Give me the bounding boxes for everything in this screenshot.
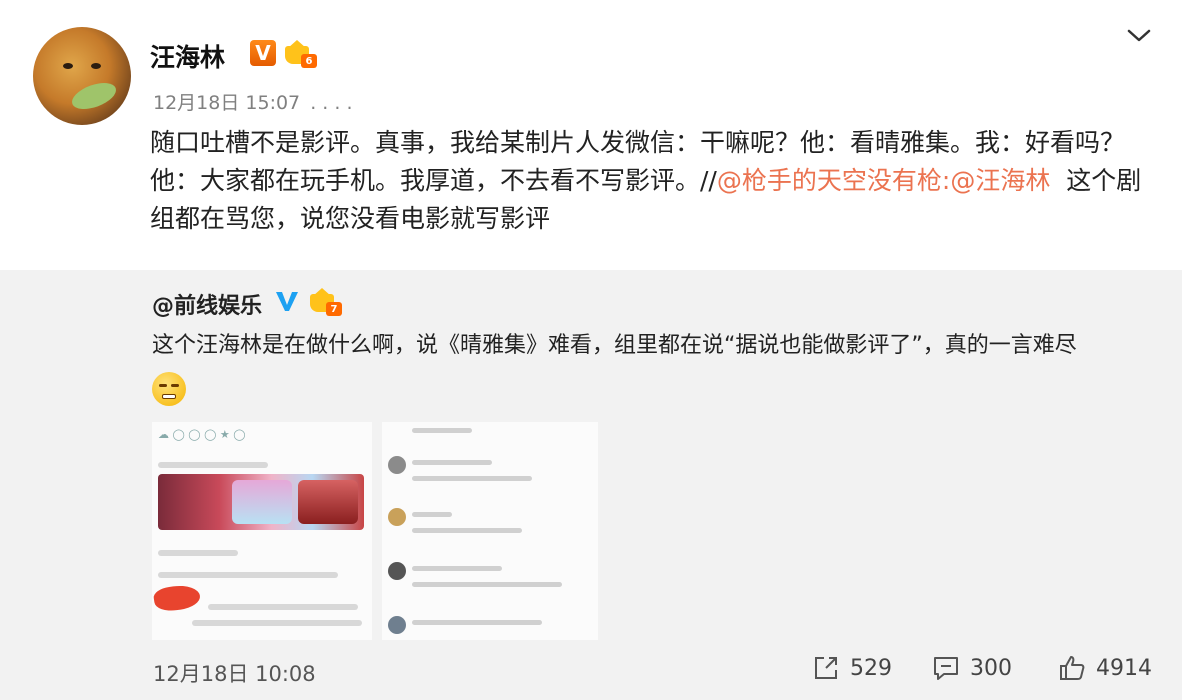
- level-number: 6: [301, 54, 317, 68]
- user-avatar[interactable]: [33, 27, 131, 125]
- thumb-banner: [158, 474, 364, 530]
- thumb-line: [158, 550, 238, 556]
- thumb-comment-avatar: [388, 616, 406, 634]
- level-number: 7: [326, 302, 342, 316]
- attached-image[interactable]: ☁ ◯ ◯ ◯ ★ ◯: [152, 422, 372, 640]
- post-time-text: 12月18日 15:07: [153, 92, 301, 114]
- thumb-icon-row: ☁ ◯ ◯ ◯ ★ ◯: [158, 428, 246, 441]
- thumb-line: [412, 512, 452, 517]
- mention-link[interactable]: @汪海林: [950, 166, 1050, 195]
- comment-icon: [934, 657, 958, 680]
- emoji-eye: [159, 384, 167, 387]
- thumb-banner-tile: [232, 480, 292, 524]
- repost-card: @前线娱乐 7 这个汪海林是在做什么啊，说《晴雅集》难看，组里都在说“据说也能做…: [0, 270, 1182, 700]
- thumb-line: [192, 620, 362, 626]
- like-button[interactable]: 4914: [1058, 654, 1152, 682]
- thumb-comment-avatar: [388, 562, 406, 580]
- thumb-line: [412, 460, 492, 465]
- thumb-line: [208, 604, 358, 610]
- thumb-line: [412, 528, 522, 533]
- thumb-banner-tile: [298, 480, 358, 524]
- repost-button[interactable]: 529: [812, 654, 892, 682]
- thumb-line: [412, 620, 542, 625]
- smirk-emoji-icon: [152, 372, 186, 406]
- crown-level-icon: 7: [310, 288, 342, 316]
- more-dots: . . . .: [310, 92, 353, 114]
- post-username[interactable]: 汪海林: [150, 38, 225, 74]
- thumb-line: [412, 476, 532, 481]
- post-timestamp[interactable]: 12月18日 15:07 . . . .: [153, 88, 352, 115]
- thumb-comment-avatar: [388, 456, 406, 474]
- like-count: 4914: [1096, 655, 1152, 681]
- repost-count: 529: [850, 655, 892, 681]
- thumb-comment-avatar: [388, 508, 406, 526]
- repost-content: 这个汪海林是在做什么啊，说《晴雅集》难看，组里都在说“据说也能做影评了”，真的一…: [152, 333, 1077, 358]
- attached-image[interactable]: [382, 422, 598, 640]
- comment-count: 300: [970, 655, 1012, 681]
- emoji-eye: [171, 384, 179, 387]
- chevron-down-icon[interactable]: [1126, 26, 1152, 46]
- thumb-line: [158, 462, 268, 468]
- verified-badge-icon: V: [250, 40, 276, 66]
- thumb-line: [412, 582, 562, 587]
- repost-username[interactable]: @前线娱乐: [152, 288, 262, 320]
- thumbs-up-icon: [1060, 656, 1085, 680]
- crown-level-icon: 6: [285, 40, 317, 68]
- comment-button[interactable]: 300: [932, 654, 1012, 682]
- repost-timestamp[interactable]: 12月18日 10:08: [153, 658, 316, 688]
- share-icon: [815, 657, 837, 679]
- mention-link[interactable]: @枪手的天空没有枪: [717, 166, 942, 195]
- thumb-line: [412, 566, 502, 571]
- thumb-line: [412, 428, 472, 433]
- thumb-redaction: [152, 582, 202, 614]
- thumb-line: [158, 572, 338, 578]
- original-post: 汪海林 V 6 12月18日 15:07 . . . . 随口吐槽不是影评。真事…: [0, 0, 1182, 270]
- verified-v-icon: [276, 292, 298, 311]
- emoji-mouth: [162, 394, 176, 399]
- avatar-eye: [63, 63, 73, 69]
- post-content: 随口吐槽不是影评。真事，我给某制片人发微信：干嘛呢？他：看晴雅集。我：好看吗？他…: [150, 124, 1160, 238]
- avatar-leaf: [68, 77, 120, 115]
- avatar-eye: [91, 63, 101, 69]
